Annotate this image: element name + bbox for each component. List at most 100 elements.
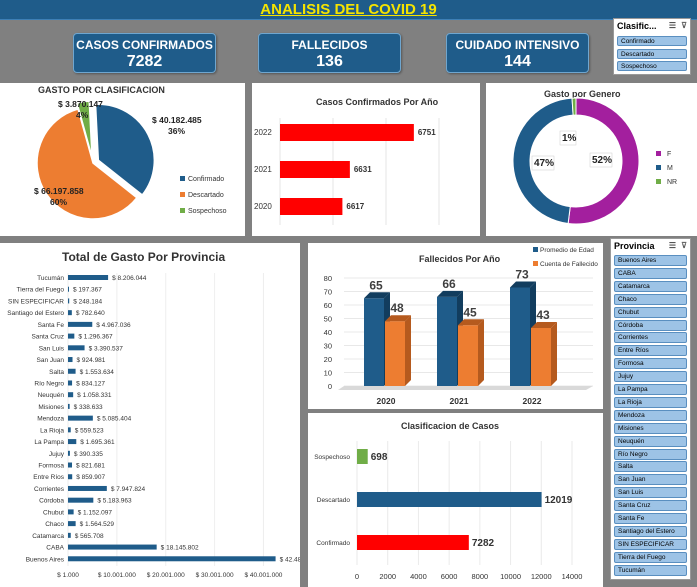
tick-label: $ 20.001.000 [147,572,185,579]
kpi-fallecidos[interactable]: FALLECIDOS 136 [258,33,401,73]
category-label: Catamarca [32,533,64,540]
percent-label: 4% [76,110,89,120]
kpi-confirmados[interactable]: CASOS CONFIRMADOS 7282 [73,33,216,73]
data-label: 7282 [472,538,495,549]
slicer-item-entre-rios[interactable]: Entre Ríos [614,345,687,357]
data-label: $ 7.947.824 [111,486,146,493]
bar-san-juan [68,357,73,363]
data-label: $ 565.708 [75,533,104,540]
slicer-item-mendoza[interactable]: Mendoza [614,409,687,421]
kpi-value: 7282 [126,53,163,70]
data-label: 73 [515,267,529,281]
chart-gasto-genero: Gasto por Genero 52% 47% 1% F M NR [486,83,697,236]
category-label: Corrientes [34,486,65,493]
slicer-item-chaco[interactable]: Chaco [614,293,687,305]
category-label: CABA [46,545,64,552]
legend-swatch [656,179,661,184]
legend-label-promedio-de-edad: Promedio de Edad [540,247,594,254]
bar-salta [68,368,76,374]
kpi-label: CASOS CONFIRMADOS [76,38,213,52]
slicer-item-tierra-del-fuego[interactable]: Tierra del Fuego [614,551,687,563]
percent-label: 36% [168,126,185,136]
data-label: $ 1.058.331 [77,392,112,399]
slicer-clasificacion[interactable]: Clasific... ☰ ⊽ Confirmado Descartado Sosp… [613,18,691,75]
bar-cuenta-de-fallecido-2022 [531,327,551,386]
legend-swatch [656,165,661,170]
slicer-item-buenos-aires[interactable]: Buenos Aires [614,255,687,266]
bar-confirmado [357,535,469,550]
slicer-item-neuquen[interactable]: Neuquén [614,435,687,447]
data-label: $ 390.335 [74,451,103,458]
chart-gasto-provincia: Total de Gasto Por Provincia $ 1.000 $ 10… [0,243,300,587]
tick-label: 2000 [379,572,396,581]
clear-filter-icon[interactable]: ⊽ [681,239,687,253]
category-label: Jujuy [49,451,65,458]
data-label: 48 [390,301,404,315]
slicer-item-la-rioja[interactable]: La Rioja [614,396,687,408]
slicer-item-cordoba[interactable]: Córdoba [614,319,687,331]
slicer-item-salta[interactable]: Salta [614,461,687,473]
legend-swatch [533,261,538,266]
slicer-item-rio-negro[interactable]: Río Negro [614,448,687,460]
bar-promedio-de-edad-2022 [510,287,530,386]
bar-jujuy [68,450,70,456]
slicer-item-caba[interactable]: CABA [614,267,687,279]
slicer-item-san-luis[interactable]: San Luis [614,487,687,499]
multi-select-icon[interactable]: ☰ [669,19,676,33]
category-label: Río Negro [34,380,64,387]
data-label: $ 8.206.044 [112,275,147,282]
data-label: $ 782.640 [76,310,105,317]
slicer-item-confirmado[interactable]: Confirmado [617,36,687,46]
category-label: Chaco [45,521,64,528]
legend-swatch [656,151,661,156]
slicer-item-corrientes[interactable]: Corrientes [614,332,687,344]
kpi-cuidado-intensivo[interactable]: CUIDADO INTENSIVO 144 [446,33,589,73]
bar-side [478,319,484,386]
legend-swatch [180,192,185,197]
category-label: Santa Cruz [31,334,64,341]
category-label: Descartado [317,497,351,504]
slicer-item-chubut[interactable]: Chubut [614,306,687,318]
tick-label: 2021 [254,165,272,174]
slicer-provincia[interactable]: Provincia ☰ ⊽ Buenos Aires CABA Catamarca C… [610,238,691,580]
tick-label: 14000 [562,572,583,581]
slicer-item-misiones[interactable]: Misiones [614,422,687,434]
bar-2022 [280,124,414,141]
bar-santa-fe [68,321,93,327]
slicer-item-la-pampa[interactable]: La Pampa [614,384,687,395]
slicer-item-descartado[interactable]: Descartado [617,48,687,59]
category-label: Formosa [38,463,64,470]
tick-label: 10 [324,369,332,378]
slicer-item-sin-especificar[interactable]: SIN ESPECIFICAR [614,538,687,550]
slicer-item-catamarca[interactable]: Catamarca [614,280,687,292]
slicer-item-tucuman[interactable]: Tucumán [614,564,687,576]
tick-label: $ 10.001.000 [98,572,136,579]
data-label: $ 338.633 [74,404,103,411]
slicer-item-formosa[interactable]: Formosa [614,358,687,370]
bar-buenos-aires [68,556,276,562]
bar-misiones [68,403,70,409]
legend-swatch [533,247,538,252]
legend-swatch [180,208,185,213]
slicer-item-santa-fe[interactable]: Santa Fe [614,513,687,524]
tick-label: 8000 [472,572,489,581]
data-label: $ 1.296.367 [78,334,113,341]
bar-la-rioja [68,427,71,433]
slicer-item-santa-cruz[interactable]: Santa Cruz [614,500,687,512]
tick-label: 80 [324,274,332,283]
clear-filter-icon[interactable]: ⊽ [681,19,687,33]
data-label: $ 42.481.085 [280,556,300,563]
kpi-value: 144 [504,53,531,70]
multi-select-icon[interactable]: ☰ [669,239,676,253]
slicer-item-sospechoso[interactable]: Sospechoso [617,61,687,71]
page-title: ANALISIS DEL COVID 19 [260,1,437,18]
slicer-item-santiago-del-estero[interactable]: Santiago del Estero [614,525,687,537]
data-label: $ 66.197.858 [34,186,84,196]
tick-label: 2022 [523,396,542,406]
bar-descartado [357,492,542,507]
bar-tierra-del-fuego [68,286,69,292]
chart-casos-por-anio: Casos Confirmados Por Año 2022 6751 2021 66… [252,83,480,236]
slicer-item-san-juan[interactable]: San Juan [614,474,687,486]
slicer-item-jujuy[interactable]: Jujuy [614,371,687,383]
data-label: 6751 [418,128,436,137]
